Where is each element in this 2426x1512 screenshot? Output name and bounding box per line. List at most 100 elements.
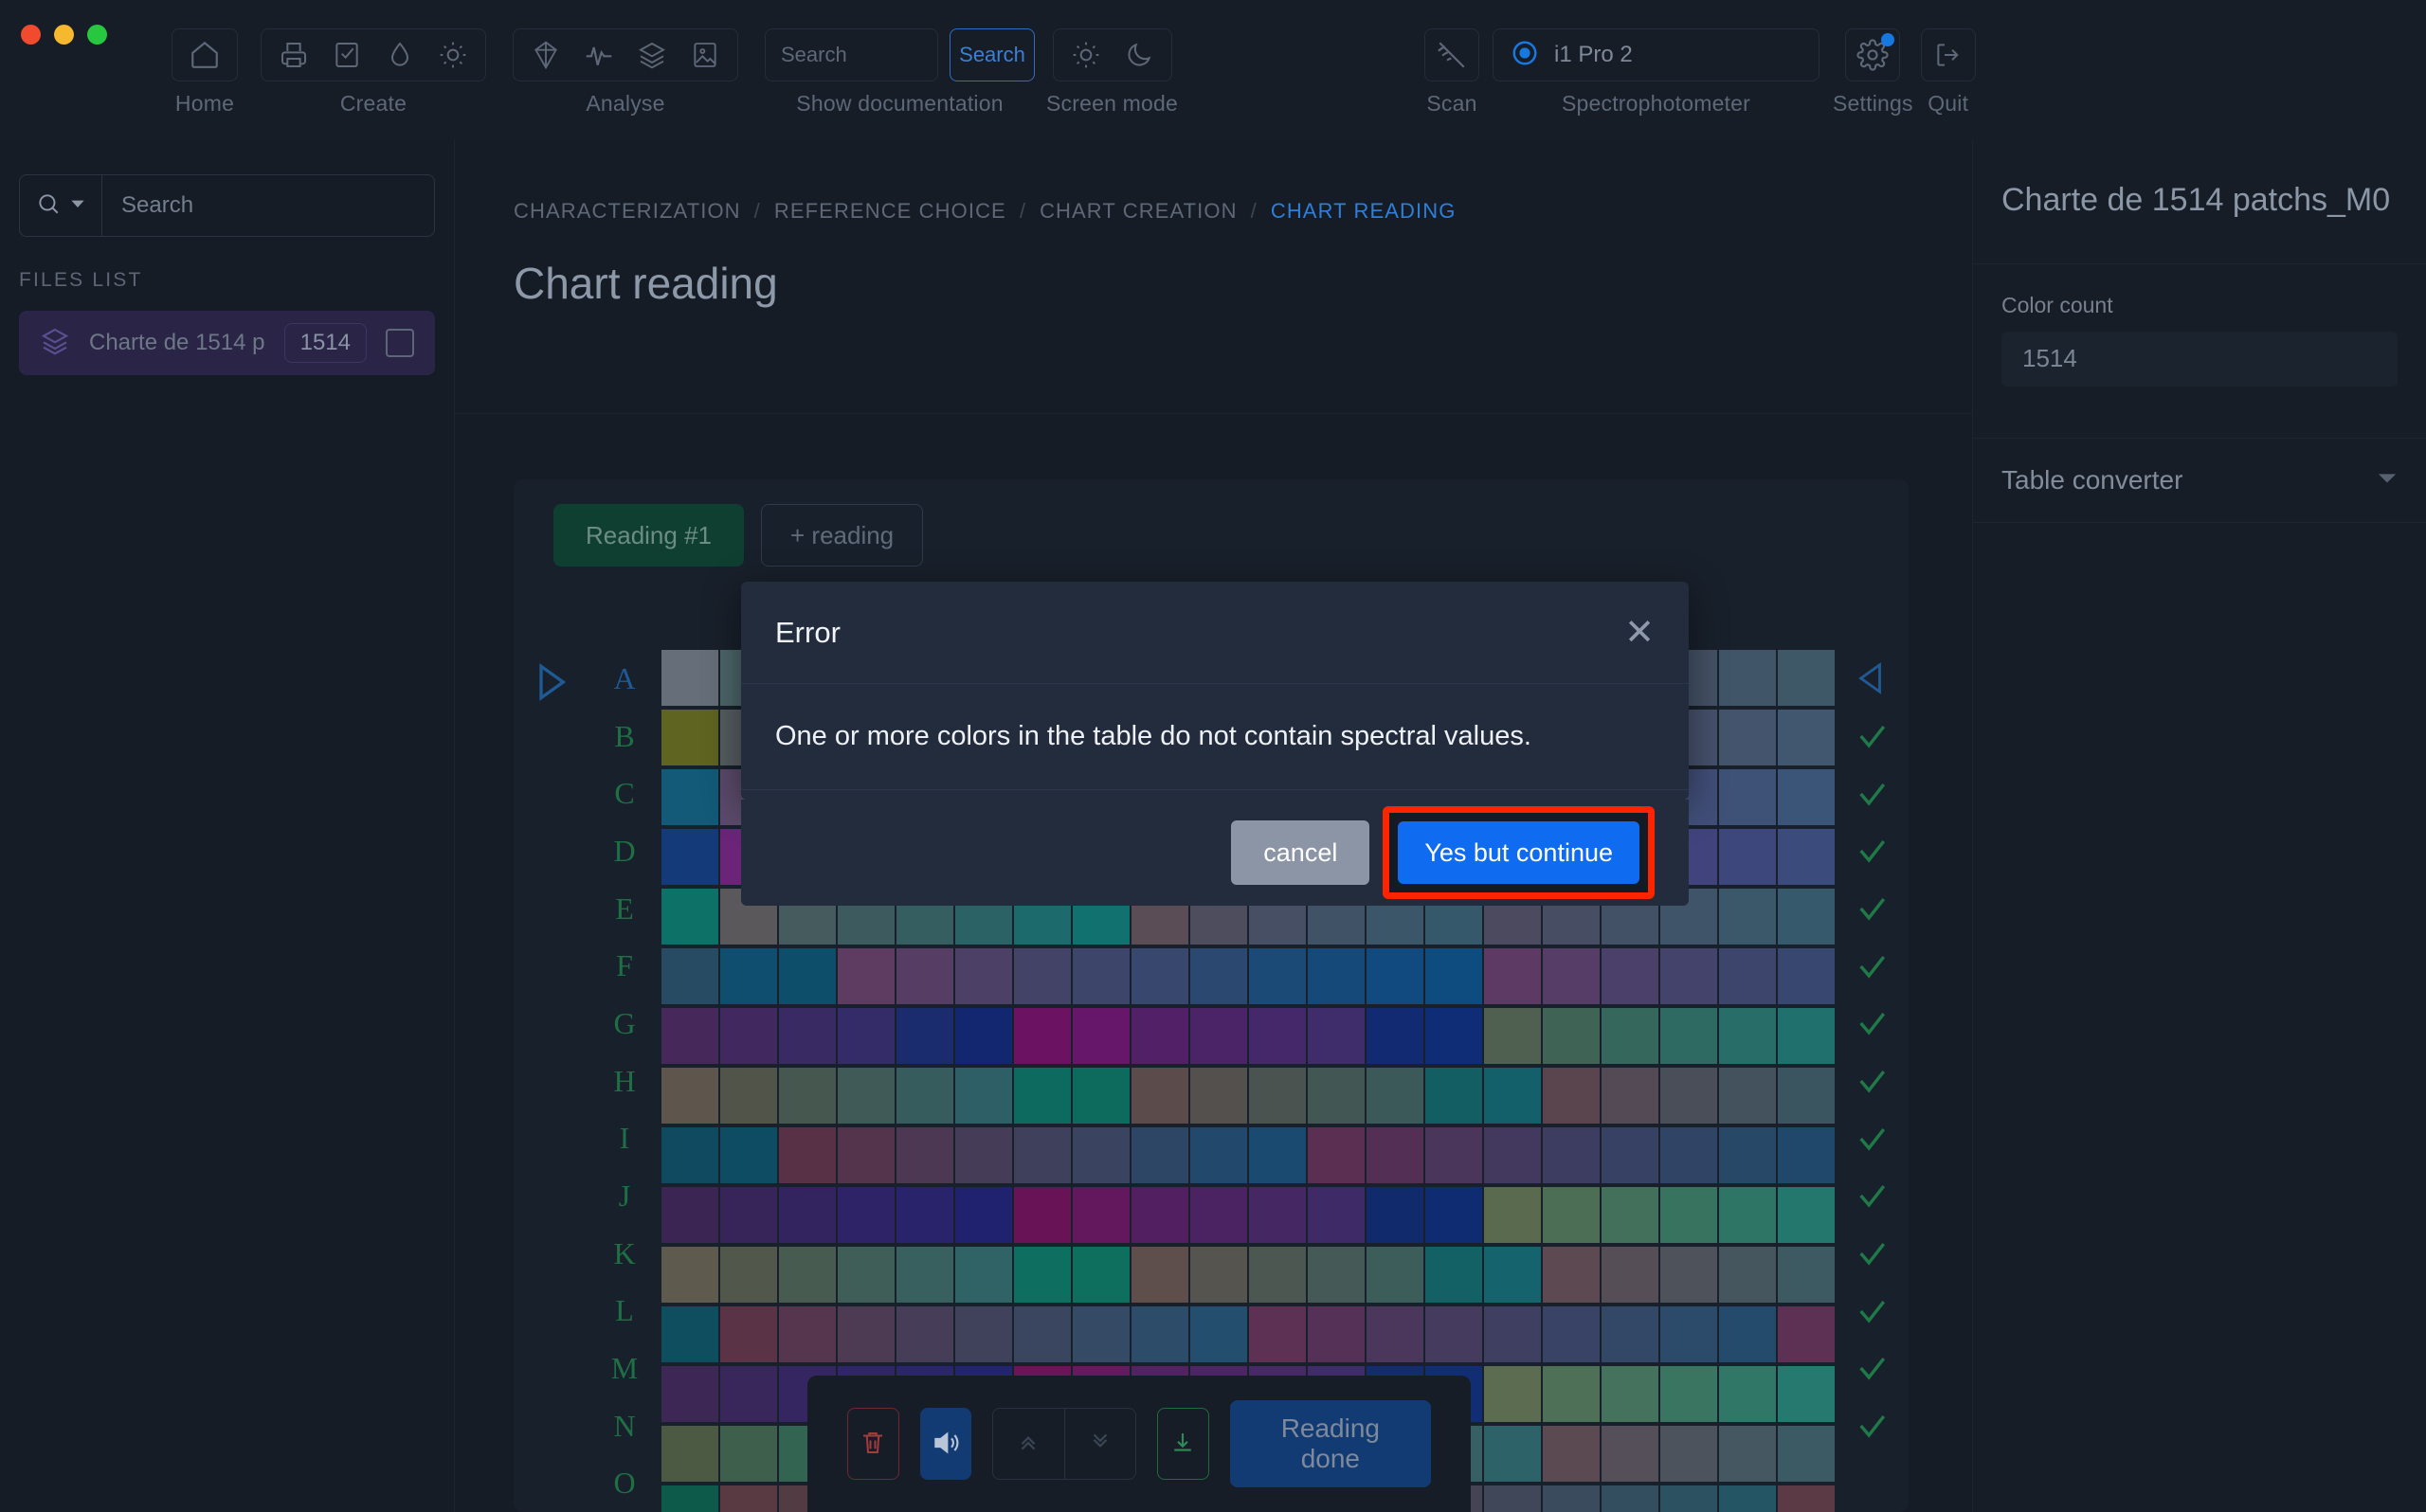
sidebar-search-input[interactable]: [102, 175, 434, 236]
color-patch[interactable]: [1543, 1306, 1600, 1362]
reading-done-button[interactable]: Reading done: [1229, 1400, 1431, 1487]
table-converter-accordion[interactable]: Table converter: [1973, 437, 2426, 523]
close-icon[interactable]: ✕: [1624, 615, 1655, 651]
color-patch[interactable]: [1778, 1366, 1835, 1422]
color-patch[interactable]: [1660, 1247, 1717, 1303]
documentation-search-input[interactable]: [765, 28, 938, 81]
color-patch[interactable]: [1778, 829, 1835, 885]
color-patch[interactable]: [1543, 1247, 1600, 1303]
color-patch[interactable]: [1719, 1426, 1776, 1482]
color-patch[interactable]: [1719, 769, 1776, 825]
color-patch[interactable]: [1249, 1306, 1306, 1362]
color-patch[interactable]: [720, 1247, 777, 1303]
color-patch[interactable]: [1425, 1306, 1482, 1362]
color-patch[interactable]: [1132, 1247, 1188, 1303]
color-patch[interactable]: [661, 948, 718, 1004]
logout-icon[interactable]: [1922, 29, 1975, 81]
add-reading-button[interactable]: + reading: [761, 504, 924, 567]
color-patch[interactable]: [779, 1127, 836, 1183]
color-patch[interactable]: [1719, 1485, 1776, 1512]
color-patch[interactable]: [1543, 1485, 1600, 1512]
sun-icon[interactable]: [426, 29, 480, 81]
color-patch[interactable]: [1484, 1426, 1541, 1482]
chart-row[interactable]: [661, 1187, 1835, 1245]
color-patch[interactable]: [1190, 1247, 1247, 1303]
color-patch[interactable]: [1778, 948, 1835, 1004]
color-patch[interactable]: [661, 710, 718, 765]
color-patch[interactable]: [779, 1247, 836, 1303]
color-patch[interactable]: [1543, 1008, 1600, 1064]
color-patch[interactable]: [1719, 889, 1776, 945]
color-patch[interactable]: [1484, 948, 1541, 1004]
close-window-button[interactable]: [21, 25, 41, 45]
color-patch[interactable]: [1602, 1366, 1658, 1422]
export-reading-button[interactable]: [1156, 1408, 1209, 1480]
minimize-window-button[interactable]: [54, 25, 74, 45]
color-patch[interactable]: [955, 1247, 1012, 1303]
chart-row[interactable]: [661, 1247, 1835, 1305]
color-patch[interactable]: [1602, 1426, 1658, 1482]
color-patch[interactable]: [955, 1068, 1012, 1124]
color-patch[interactable]: [1778, 1306, 1835, 1362]
color-patch[interactable]: [1249, 1247, 1306, 1303]
sun-icon[interactable]: [1059, 29, 1113, 81]
color-patch[interactable]: [1602, 1008, 1658, 1064]
color-patch[interactable]: [1308, 1068, 1365, 1124]
color-patch[interactable]: [1719, 1008, 1776, 1064]
color-patch[interactable]: [1308, 1306, 1365, 1362]
color-patch[interactable]: [1484, 1127, 1541, 1183]
layers-icon[interactable]: [625, 29, 679, 81]
color-patch[interactable]: [1719, 829, 1776, 885]
color-patch[interactable]: [838, 1187, 895, 1243]
color-patch[interactable]: [896, 1068, 953, 1124]
color-patch[interactable]: [896, 1247, 953, 1303]
chart-row[interactable]: [661, 1306, 1835, 1364]
color-patch[interactable]: [1660, 1485, 1717, 1512]
color-patch[interactable]: [1308, 1008, 1365, 1064]
color-patch[interactable]: [1132, 1008, 1188, 1064]
sound-toggle-button[interactable]: [919, 1408, 971, 1480]
color-patch[interactable]: [955, 1306, 1012, 1362]
color-patch[interactable]: [720, 1187, 777, 1243]
spectrophotometer-selector[interactable]: i1 Pro 2: [1493, 28, 1820, 81]
color-patch[interactable]: [661, 1068, 718, 1124]
color-patch[interactable]: [1484, 1187, 1541, 1243]
color-patch[interactable]: [1602, 1187, 1658, 1243]
color-patch[interactable]: [661, 769, 718, 825]
gamut-icon[interactable]: [519, 29, 572, 81]
color-patch[interactable]: [1073, 1008, 1130, 1064]
color-patch[interactable]: [779, 1306, 836, 1362]
color-patch[interactable]: [1190, 1187, 1247, 1243]
color-patch[interactable]: [1484, 1485, 1541, 1512]
color-patch[interactable]: [1719, 1187, 1776, 1243]
checklist-icon[interactable]: [320, 29, 373, 81]
color-patch[interactable]: [1014, 1127, 1071, 1183]
color-patch[interactable]: [720, 1127, 777, 1183]
color-patch[interactable]: [1308, 1127, 1365, 1183]
color-patch[interactable]: [1484, 1068, 1541, 1124]
color-patch[interactable]: [720, 1068, 777, 1124]
color-patch[interactable]: [955, 1008, 1012, 1064]
color-patch[interactable]: [1073, 1247, 1130, 1303]
color-patch[interactable]: [955, 948, 1012, 1004]
color-patch[interactable]: [661, 1485, 718, 1512]
color-patch[interactable]: [1425, 948, 1482, 1004]
color-patch[interactable]: [1073, 1187, 1130, 1243]
color-patch[interactable]: [1660, 948, 1717, 1004]
color-patch[interactable]: [1367, 1127, 1423, 1183]
color-patch[interactable]: [1660, 1008, 1717, 1064]
moon-icon[interactable]: [1113, 29, 1166, 81]
color-patch[interactable]: [1719, 1366, 1776, 1422]
color-patch[interactable]: [1014, 1068, 1071, 1124]
color-patch[interactable]: [1484, 1008, 1541, 1064]
sidebar-search-filter-dropdown[interactable]: [20, 175, 102, 236]
color-patch[interactable]: [720, 1485, 777, 1512]
color-patch[interactable]: [1484, 1366, 1541, 1422]
color-patch[interactable]: [779, 948, 836, 1004]
color-patch[interactable]: [1014, 1008, 1071, 1064]
color-patch[interactable]: [1190, 1306, 1247, 1362]
color-patch[interactable]: [1778, 1127, 1835, 1183]
file-list-item[interactable]: Charte de 1514 pat… 1514: [19, 311, 435, 375]
color-patch[interactable]: [661, 1306, 718, 1362]
color-patch[interactable]: [1014, 1247, 1071, 1303]
